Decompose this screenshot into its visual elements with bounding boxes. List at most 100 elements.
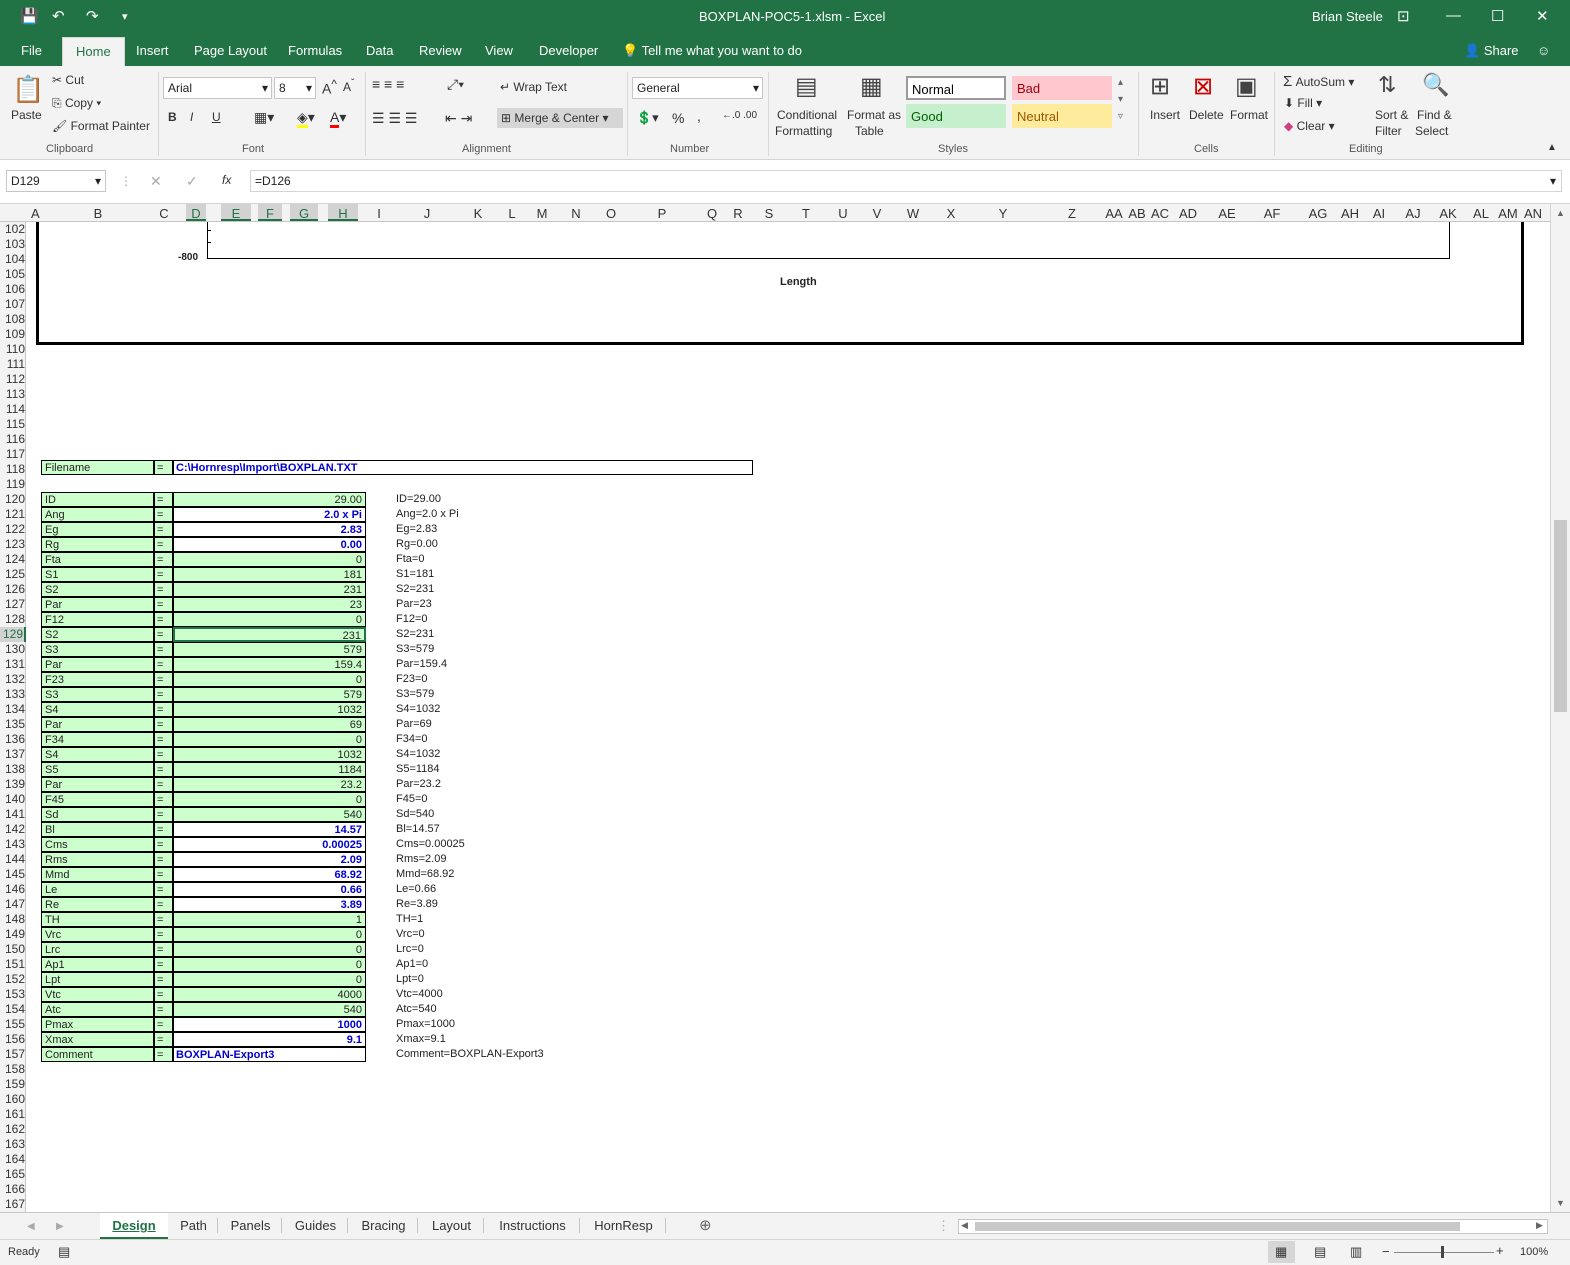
- filename-label[interactable]: Filename: [41, 460, 154, 475]
- row-header-135[interactable]: 135: [0, 717, 26, 732]
- row-header-107[interactable]: 107: [0, 297, 26, 312]
- param-label[interactable]: S1: [41, 567, 154, 582]
- row-header-102[interactable]: 102: [0, 222, 26, 237]
- param-value[interactable]: 29.00: [173, 492, 366, 507]
- tab-home[interactable]: Home: [62, 37, 125, 66]
- row-header-117[interactable]: 117: [0, 447, 26, 462]
- sort-filter-button[interactable]: Sort &: [1375, 108, 1408, 122]
- param-value[interactable]: 1: [173, 912, 366, 927]
- copy-button[interactable]: ⎘ Copy ▾: [52, 96, 101, 111]
- param-value[interactable]: 0: [173, 672, 366, 687]
- column-header-l[interactable]: L: [501, 206, 523, 221]
- column-header-j[interactable]: J: [407, 206, 447, 221]
- row-header-128[interactable]: 128: [0, 612, 26, 627]
- conditional-formatting-button[interactable]: Conditional: [777, 108, 837, 122]
- maximize-icon[interactable]: ☐: [1491, 7, 1504, 25]
- row-header-114[interactable]: 114: [0, 402, 26, 417]
- param-value[interactable]: 0.00025: [173, 837, 366, 852]
- param-output[interactable]: Mmd=68.92: [396, 867, 696, 882]
- minimize-icon[interactable]: —: [1446, 7, 1461, 24]
- param-eq[interactable]: =: [154, 912, 173, 927]
- customize-qat-icon[interactable]: ▾: [122, 10, 128, 23]
- scroll-left-icon[interactable]: ◀: [961, 1220, 968, 1231]
- column-header-o[interactable]: O: [599, 206, 623, 221]
- delete-button[interactable]: Delete: [1189, 108, 1224, 122]
- italic-button[interactable]: I: [190, 110, 193, 124]
- wrap-text-button[interactable]: ↵ Wrap Text: [500, 80, 567, 94]
- param-eq[interactable]: =: [154, 627, 173, 642]
- add-sheet-icon[interactable]: ⊕: [699, 1216, 712, 1234]
- column-header-ad[interactable]: AD: [1175, 206, 1201, 221]
- column-header-aa[interactable]: AA: [1103, 206, 1125, 221]
- param-output[interactable]: Comment=BOXPLAN-Export3: [396, 1047, 696, 1062]
- param-value[interactable]: 231: [173, 582, 366, 597]
- column-header-ah[interactable]: AH: [1338, 206, 1362, 221]
- tab-developer[interactable]: Developer: [539, 43, 598, 58]
- param-output[interactable]: Cms=0.00025: [396, 837, 696, 852]
- sheet-tab-path[interactable]: Path: [170, 1218, 218, 1233]
- column-header-q[interactable]: Q: [701, 206, 723, 221]
- row-header-157[interactable]: 157: [0, 1047, 26, 1062]
- param-label[interactable]: Ap1: [41, 957, 154, 972]
- param-value[interactable]: 1184: [173, 762, 366, 777]
- param-eq[interactable]: =: [154, 582, 173, 597]
- row-header-122[interactable]: 122: [0, 522, 26, 537]
- param-eq[interactable]: =: [154, 852, 173, 867]
- column-header-p[interactable]: P: [637, 206, 687, 221]
- param-label[interactable]: Par: [41, 717, 154, 732]
- column-header-ak[interactable]: AK: [1435, 206, 1461, 221]
- param-label[interactable]: Rg: [41, 537, 154, 552]
- row-header-147[interactable]: 147: [0, 897, 26, 912]
- page-break-view-icon[interactable]: ▥: [1350, 1244, 1362, 1260]
- row-header-153[interactable]: 153: [0, 987, 26, 1002]
- row-header-109[interactable]: 109: [0, 327, 26, 342]
- close-icon[interactable]: ✕: [1536, 7, 1549, 25]
- row-header-148[interactable]: 148: [0, 912, 26, 927]
- param-value[interactable]: 23: [173, 597, 366, 612]
- sheet-tab-design[interactable]: Design: [100, 1213, 168, 1239]
- sheet-tab-layout[interactable]: Layout: [420, 1218, 484, 1233]
- param-eq[interactable]: =: [154, 897, 173, 912]
- row-header-158[interactable]: 158: [0, 1062, 26, 1077]
- sheet-tab-hornresp[interactable]: HornResp: [582, 1218, 666, 1233]
- row-header-116[interactable]: 116: [0, 432, 26, 447]
- param-eq[interactable]: =: [154, 792, 173, 807]
- merge-center-button[interactable]: ⊞ Merge & Center ▾: [497, 108, 623, 128]
- param-label[interactable]: Par: [41, 597, 154, 612]
- paste-icon[interactable]: 📋: [12, 74, 44, 105]
- align-left-icon[interactable]: ☰ ☰ ☰: [372, 110, 417, 127]
- param-eq[interactable]: =: [154, 942, 173, 957]
- tell-me-search[interactable]: 💡 Tell me what you want to do: [622, 43, 802, 59]
- param-label[interactable]: Par: [41, 777, 154, 792]
- filename-eq[interactable]: =: [154, 460, 173, 475]
- param-eq[interactable]: =: [154, 1047, 173, 1062]
- param-eq[interactable]: =: [154, 822, 173, 837]
- column-header-r[interactable]: R: [727, 206, 749, 221]
- param-eq[interactable]: =: [154, 837, 173, 852]
- param-eq[interactable]: =: [154, 1017, 173, 1032]
- row-header-103[interactable]: 103: [0, 237, 26, 252]
- tab-page-layout[interactable]: Page Layout: [194, 43, 267, 58]
- row-header-119[interactable]: 119: [0, 477, 26, 492]
- param-output[interactable]: Rms=2.09: [396, 852, 696, 867]
- tab-file[interactable]: File: [21, 43, 42, 58]
- column-header-s[interactable]: S: [756, 206, 782, 221]
- column-header-am[interactable]: AM: [1495, 206, 1521, 221]
- param-output[interactable]: S2=231: [396, 627, 696, 642]
- param-value[interactable]: 0.66: [173, 882, 366, 897]
- row-header-141[interactable]: 141: [0, 807, 26, 822]
- param-label[interactable]: S4: [41, 702, 154, 717]
- param-output[interactable]: Par=159.4: [396, 657, 696, 672]
- row-header-125[interactable]: 125: [0, 567, 26, 582]
- row-header-112[interactable]: 112: [0, 372, 26, 387]
- row-header-105[interactable]: 105: [0, 267, 26, 282]
- borders-icon[interactable]: ▦▾: [254, 109, 274, 126]
- row-header-162[interactable]: 162: [0, 1122, 26, 1137]
- row-header-132[interactable]: 132: [0, 672, 26, 687]
- param-value[interactable]: 9.1: [173, 1032, 366, 1047]
- tab-review[interactable]: Review: [419, 43, 462, 58]
- row-header-166[interactable]: 166: [0, 1182, 26, 1197]
- formula-input[interactable]: =D126 ▾: [250, 170, 1562, 192]
- param-label[interactable]: F45: [41, 792, 154, 807]
- param-value[interactable]: 1000: [173, 1017, 366, 1032]
